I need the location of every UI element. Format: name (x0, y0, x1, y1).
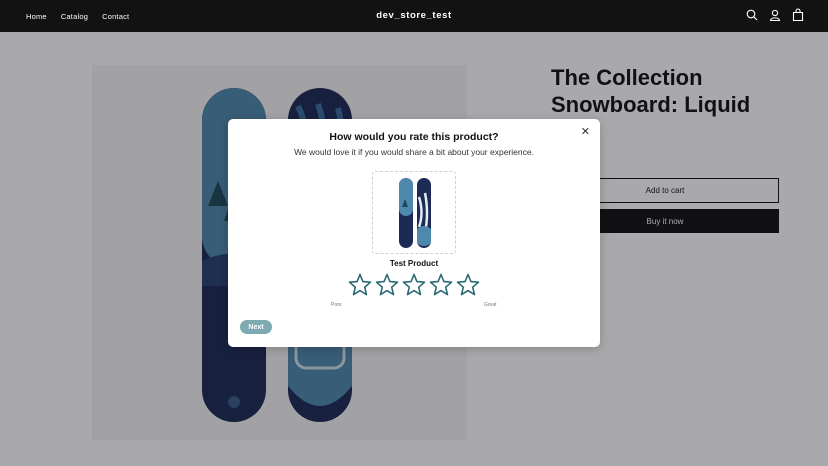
star-5-icon[interactable] (456, 273, 480, 297)
modal-title: How would you rate this product? (329, 131, 499, 143)
star-rating (348, 273, 480, 297)
rating-label-poor: Poor (331, 302, 342, 308)
star-1-icon[interactable] (348, 273, 372, 297)
star-2-icon[interactable] (375, 273, 399, 297)
next-button[interactable]: Next (240, 320, 272, 334)
main-nav: Home Catalog Contact (26, 12, 129, 21)
nav-home[interactable]: Home (26, 12, 47, 21)
star-4-icon[interactable] (429, 273, 453, 297)
snowboard-thumbnail-image (399, 178, 431, 248)
nav-contact[interactable]: Contact (102, 12, 129, 21)
modal-subtitle: We would love it if you would share a bi… (294, 147, 534, 157)
product-thumbnail (372, 171, 456, 254)
cart-icon[interactable] (792, 8, 804, 22)
nav-catalog[interactable]: Catalog (61, 12, 88, 21)
review-product-name: Test Product (389, 259, 439, 268)
search-icon[interactable] (746, 8, 758, 22)
account-icon[interactable] (769, 8, 781, 22)
star-3-icon[interactable] (402, 273, 426, 297)
rating-label-great: Great (484, 302, 497, 308)
site-header: Home Catalog Contact dev_store_test (0, 0, 828, 32)
review-modal: ✕ How would you rate this product? We wo… (228, 119, 600, 347)
header-icons (746, 8, 804, 22)
